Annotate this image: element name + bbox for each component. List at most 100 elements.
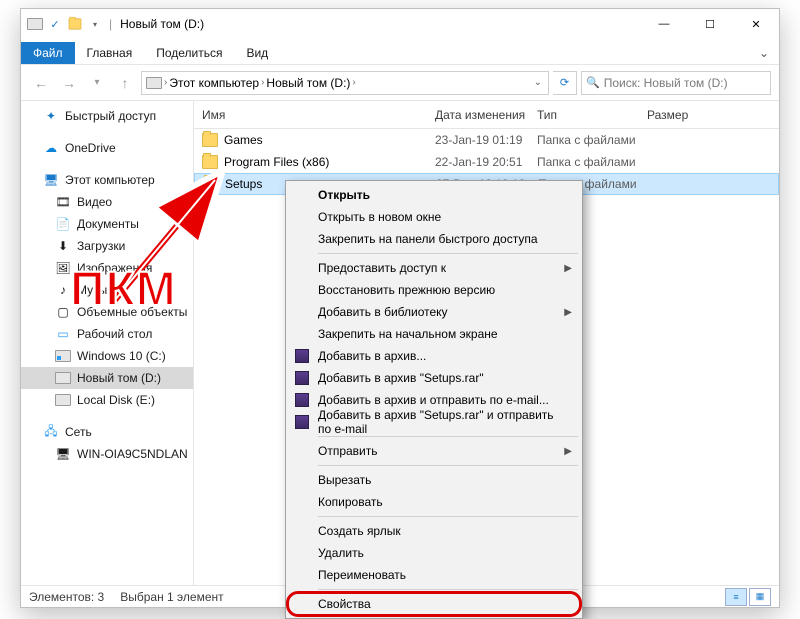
sidebar-item-downloads[interactable]: ⬇Загрузки xyxy=(21,235,193,257)
ctx-properties[interactable]: Свойства xyxy=(288,593,580,615)
nav-history-dropdown[interactable]: ▾ xyxy=(85,71,109,95)
view-large-icons-button[interactable]: ▦ xyxy=(749,588,771,606)
crumb-this-pc[interactable]: Этот компьютер xyxy=(169,76,259,90)
minimize-button[interactable]: — xyxy=(641,9,687,39)
ctx-delete[interactable]: Удалить xyxy=(288,542,580,564)
ctx-pin-start[interactable]: Закрепить на начальном экране xyxy=(288,323,580,345)
rar-icon xyxy=(294,348,310,364)
sidebar-item-drive-d[interactable]: Новый том (D:) xyxy=(21,367,193,389)
drive-icon xyxy=(55,392,71,408)
sidebar-item-network[interactable]: 🖧Сеть xyxy=(21,421,193,443)
sidebar-item-video[interactable]: 🎞Видео xyxy=(21,191,193,213)
ctx-restore-previous[interactable]: Восстановить прежнюю версию xyxy=(288,279,580,301)
search-input[interactable]: 🔍 Поиск: Новый том (D:) xyxy=(581,71,771,95)
sidebar-item-drive-e[interactable]: Local Disk (E:) xyxy=(21,389,193,411)
ctx-copy[interactable]: Копировать xyxy=(288,491,580,513)
rar-icon xyxy=(294,414,310,430)
nav-back-button[interactable]: ← xyxy=(29,71,53,95)
column-header-type[interactable]: Тип xyxy=(529,101,639,128)
ctx-send-to[interactable]: Отправить▶ xyxy=(288,440,580,462)
ctx-rar-email-name[interactable]: Добавить в архив "Setups.rar" и отправит… xyxy=(288,411,580,433)
ctx-open-new-window[interactable]: Открыть в новом окне xyxy=(288,206,580,228)
folder-icon xyxy=(203,177,219,191)
ribbon-expand-icon[interactable]: ⌄ xyxy=(749,42,779,64)
folder-icon xyxy=(202,133,218,147)
ctx-grant-access[interactable]: Предоставить доступ к▶ xyxy=(288,257,580,279)
ctx-cut[interactable]: Вырезать xyxy=(288,469,580,491)
navigation-pane: ✦Быстрый доступ ☁OneDrive 🖥Этот компьюте… xyxy=(21,101,194,585)
desktop-icon: ▭ xyxy=(55,326,71,342)
list-item[interactable]: Program Files (x86) 22-Jan-19 20:51 Папк… xyxy=(194,151,779,173)
chevron-right-icon: ▶ xyxy=(564,263,572,274)
objects3d-icon: ▢ xyxy=(55,304,71,320)
column-header-name[interactable]: Имя xyxy=(194,101,427,128)
tab-view[interactable]: Вид xyxy=(234,42,280,64)
status-count: Элементов: 3 xyxy=(29,590,104,604)
drive-icon xyxy=(27,16,43,32)
context-menu: Открыть Открыть в новом окне Закрепить н… xyxy=(285,180,583,619)
close-button[interactable]: ✕ xyxy=(733,9,779,39)
crumb-drive-d[interactable]: Новый том (D:) xyxy=(266,76,350,90)
title-bar: ✓ ▾ | Новый том (D:) — ☐ ✕ xyxy=(21,9,779,39)
pin-icon: ✦ xyxy=(43,108,59,124)
chevron-right-icon: ▶ xyxy=(564,446,572,457)
breadcrumb[interactable]: › Этот компьютер › Новый том (D:) › ⌄ xyxy=(141,71,549,95)
downloads-icon: ⬇ xyxy=(55,238,71,254)
view-details-button[interactable]: ≡ xyxy=(725,588,747,606)
ctx-pin-quick-access[interactable]: Закрепить на панели быстрого доступа xyxy=(288,228,580,250)
window-title: Новый том (D:) xyxy=(120,17,204,31)
search-icon: 🔍 xyxy=(586,76,600,89)
rar-icon xyxy=(294,370,310,386)
maximize-button[interactable]: ☐ xyxy=(687,9,733,39)
refresh-button[interactable]: ⟳ xyxy=(553,71,577,95)
sidebar-item-desktop[interactable]: ▭Рабочий стол xyxy=(21,323,193,345)
sidebar-item-pictures[interactable]: 🖼Изображения xyxy=(21,257,193,279)
tab-share[interactable]: Поделиться xyxy=(144,42,234,64)
chevron-right-icon[interactable]: › xyxy=(164,77,167,88)
chevron-right-icon[interactable]: › xyxy=(352,77,355,88)
pc-icon: 🖥 xyxy=(43,172,59,188)
tab-home[interactable]: Главная xyxy=(75,42,145,64)
tab-file[interactable]: Файл xyxy=(21,42,75,64)
chevron-right-icon: ▶ xyxy=(564,307,572,318)
column-header-date[interactable]: Дата изменения xyxy=(427,101,529,128)
folder-icon xyxy=(202,155,218,169)
column-headers: Имя Дата изменения Тип Размер xyxy=(194,101,779,129)
sidebar-item-this-pc[interactable]: 🖥Этот компьютер xyxy=(21,169,193,191)
sidebar-item-drive-c[interactable]: Windows 10 (C:) xyxy=(21,345,193,367)
crumb-drive-icon xyxy=(146,77,162,89)
cloud-icon: ☁ xyxy=(43,140,59,156)
pc-icon: 🖥 xyxy=(55,446,71,462)
qa-save-icon[interactable]: ✓ xyxy=(47,16,63,32)
ctx-create-shortcut[interactable]: Создать ярлык xyxy=(288,520,580,542)
ctx-rename[interactable]: Переименовать xyxy=(288,564,580,586)
crumb-dropdown-icon[interactable]: ⌄ xyxy=(534,77,548,88)
ribbon-tabs: Файл Главная Поделиться Вид ⌄ xyxy=(21,39,779,65)
list-item[interactable]: Games 23-Jan-19 01:19 Папка с файлами xyxy=(194,129,779,151)
ctx-add-to-library[interactable]: Добавить в библиотеку▶ xyxy=(288,301,580,323)
sidebar-item-network-pc[interactable]: 🖥WIN-OIA9C5NDLAN xyxy=(21,443,193,465)
ctx-open[interactable]: Открыть xyxy=(288,184,580,206)
ctx-rar-add-name[interactable]: Добавить в архив "Setups.rar" xyxy=(288,367,580,389)
sidebar-item-documents[interactable]: 📄Документы xyxy=(21,213,193,235)
ctx-rar-add[interactable]: Добавить в архив... xyxy=(288,345,580,367)
sidebar-item-music[interactable]: ♪Музыка xyxy=(21,279,193,301)
music-icon: ♪ xyxy=(55,282,71,298)
sidebar-item-quick-access[interactable]: ✦Быстрый доступ xyxy=(21,105,193,127)
drive-icon xyxy=(55,370,71,386)
search-placeholder: Поиск: Новый том (D:) xyxy=(604,76,728,90)
sidebar-item-onedrive[interactable]: ☁OneDrive xyxy=(21,137,193,159)
column-header-size[interactable]: Размер xyxy=(639,101,779,128)
pictures-icon: 🖼 xyxy=(55,260,71,276)
sidebar-item-3d-objects[interactable]: ▢Объемные объекты xyxy=(21,301,193,323)
qa-folder-icon[interactable] xyxy=(67,16,83,32)
status-selection: Выбран 1 элемент xyxy=(120,590,223,604)
rar-icon xyxy=(294,392,310,408)
nav-up-button[interactable]: ↑ xyxy=(113,71,137,95)
network-icon: 🖧 xyxy=(43,424,59,440)
nav-forward-button[interactable]: → xyxy=(57,71,81,95)
chevron-right-icon[interactable]: › xyxy=(261,77,264,88)
qa-dropdown-icon[interactable]: ▾ xyxy=(87,16,103,32)
documents-icon: 📄 xyxy=(55,216,71,232)
video-icon: 🎞 xyxy=(55,194,71,210)
